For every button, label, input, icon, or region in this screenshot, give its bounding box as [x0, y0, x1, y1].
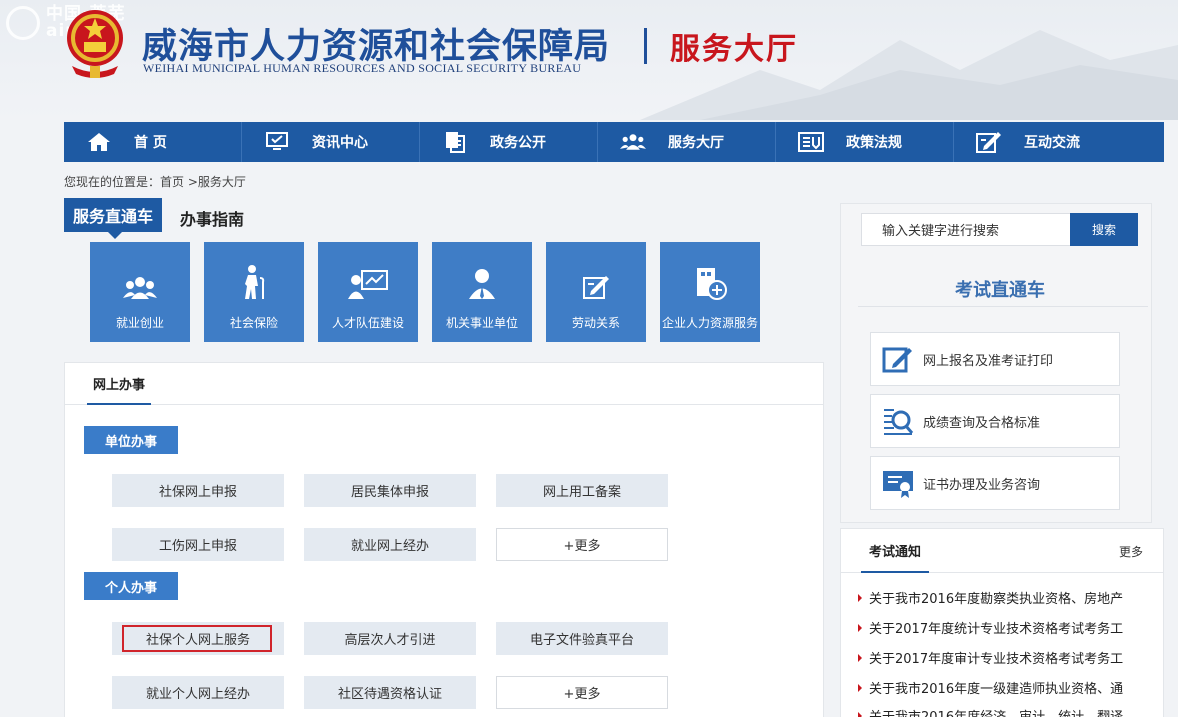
search-list-icon [881, 404, 915, 438]
service-tiles: 就业创业 社会保险 人才队伍建设 机关事业单位 劳动关系 企业人力资源服务 [90, 242, 774, 342]
main-nav: 首 页 资讯中心 政务公开 服务大厅 政策法规 互动交流 [64, 122, 1164, 162]
exam-registration-link[interactable]: 网上报名及准考证打印 [870, 332, 1120, 386]
notice-header: 考试通知 更多 [841, 529, 1163, 573]
contract-icon [582, 264, 610, 300]
tile-public-institutions[interactable]: 机关事业单位 [432, 242, 532, 342]
personal-employment-handling-button[interactable]: 就业个人网上经办 [112, 676, 284, 709]
nav-item-label: 服务大厅 [668, 135, 724, 151]
nav-item-label: 首 页 [134, 135, 167, 151]
online-employment-filing-button[interactable]: 网上用工备案 [496, 474, 668, 507]
search-button[interactable]: 搜索 [1070, 213, 1138, 246]
notice-item[interactable]: 关于我市2016年度经济、审计、统计、翻译 [858, 706, 1148, 717]
resident-collective-declare-button[interactable]: 居民集体申报 [304, 474, 476, 507]
search-input[interactable] [861, 213, 1071, 246]
exam-link-label: 成绩查询及合格标准 [923, 415, 1041, 431]
edit-icon [976, 131, 1002, 153]
nav-item-service-hall[interactable]: 服务大厅 [598, 122, 776, 162]
enterprise-service-icon [693, 264, 727, 300]
tab-service-express[interactable]: 服务直通车 [64, 198, 162, 239]
nav-item-label: 互动交流 [1024, 135, 1080, 151]
document-icon [442, 131, 468, 153]
title-divider [644, 28, 647, 64]
nav-item-label: 政策法规 [846, 135, 902, 151]
unit-services-label: 单位办事 [84, 426, 178, 454]
unit-more-button[interactable]: +更多 [496, 528, 668, 561]
notice-item[interactable]: 关于2017年度审计专业技术资格考试考务工 [858, 648, 1148, 667]
employment-online-handling-button[interactable]: 就业网上经办 [304, 528, 476, 561]
tile-label: 就业创业 [115, 316, 164, 330]
watermark-logo-icon [6, 6, 40, 40]
personal-more-button[interactable]: +更多 [496, 676, 668, 709]
nav-item-news[interactable]: 资讯中心 [242, 122, 420, 162]
score-query-link[interactable]: 成绩查询及合格标准 [870, 394, 1120, 448]
site-header: 中国·莱芜 airc.cn 威海市人力资源和社会保障局 WEIHAI MUNIC… [0, 0, 1178, 120]
people-group-icon [123, 264, 157, 300]
tile-talent-building[interactable]: 人才队伍建设 [318, 242, 418, 342]
breadcrumb-prefix: 您现在的位置是： [64, 175, 161, 189]
exam-title-divider [858, 306, 1148, 307]
notice-item[interactable]: 关于2017年度统计专业技术资格考试考务工 [858, 618, 1148, 637]
nav-item-label: 资讯中心 [312, 135, 368, 151]
tile-label: 企业人力资源服务 [661, 316, 758, 330]
bureau-english-title: WEIHAI MUNICIPAL HUMAN RESOURCES AND SOC… [143, 61, 582, 75]
tile-label: 机关事业单位 [445, 316, 518, 330]
online-tab-bar: 网上办事 [65, 363, 823, 405]
work-injury-online-declare-button[interactable]: 工伤网上申报 [112, 528, 284, 561]
tile-label: 人才队伍建设 [331, 316, 404, 330]
section-title: 服务大厅 [670, 32, 798, 67]
e-document-verify-button[interactable]: 电子文件验真平台 [496, 622, 668, 655]
notice-item[interactable]: 关于我市2016年度勘察类执业资格、房地产 [858, 588, 1148, 607]
exam-express-title: 考试直通车 [955, 280, 1045, 301]
personal-social-security-service-button[interactable]: 社保个人网上服务 [112, 622, 284, 655]
nav-item-label: 政务公开 [490, 135, 546, 151]
exam-link-label: 网上报名及准考证打印 [923, 353, 1054, 369]
tab-online-services[interactable]: 网上办事 [87, 363, 152, 405]
personal-services-label: 个人办事 [84, 572, 178, 600]
tile-enterprise-hr-service[interactable]: 企业人力资源服务 [660, 242, 760, 342]
high-level-talent-button[interactable]: 高层次人才引进 [304, 622, 476, 655]
people-icon [620, 131, 646, 153]
breadcrumb-separator: > [184, 175, 198, 189]
nav-item-interaction[interactable]: 互动交流 [954, 122, 1132, 162]
notice-more-link[interactable]: 更多 [1119, 543, 1143, 560]
community-benefit-certification-button[interactable]: 社区待遇资格认证 [304, 676, 476, 709]
elderly-icon [241, 264, 267, 300]
nav-item-gov-affairs[interactable]: 政务公开 [420, 122, 598, 162]
tile-labor-relations[interactable]: 劳动关系 [546, 242, 646, 342]
exam-link-label: 证书办理及业务咨询 [923, 477, 1041, 493]
edit-form-icon [881, 342, 915, 376]
tile-social-insurance[interactable]: 社会保险 [204, 242, 304, 342]
social-security-online-declare-button[interactable]: 社保网上申报 [112, 474, 284, 507]
officer-icon [467, 264, 497, 300]
tile-employment[interactable]: 就业创业 [90, 242, 190, 342]
home-icon [86, 131, 112, 153]
tile-label: 社会保险 [229, 316, 278, 330]
nav-item-home[interactable]: 首 页 [64, 122, 242, 162]
policy-book-icon [798, 131, 824, 153]
presentation-icon [348, 264, 388, 300]
notice-item[interactable]: 关于我市2016年度一级建造师执业资格、通 [858, 678, 1148, 697]
breadcrumb: 您现在的位置是：首页 >服务大厅 [64, 173, 246, 190]
breadcrumb-home-link[interactable]: 首页 [160, 175, 184, 189]
nav-item-policy[interactable]: 政策法规 [776, 122, 954, 162]
tab-service-guide[interactable]: 办事指南 [180, 206, 244, 230]
monitor-icon [264, 131, 290, 153]
tile-label: 劳动关系 [571, 316, 620, 330]
certificate-handling-link[interactable]: 证书办理及业务咨询 [870, 456, 1120, 510]
breadcrumb-current-link[interactable]: 服务大厅 [198, 175, 246, 189]
tab-exam-notice[interactable]: 考试通知 [861, 529, 930, 573]
national-emblem-icon[interactable] [62, 4, 128, 80]
certificate-icon [881, 466, 915, 500]
